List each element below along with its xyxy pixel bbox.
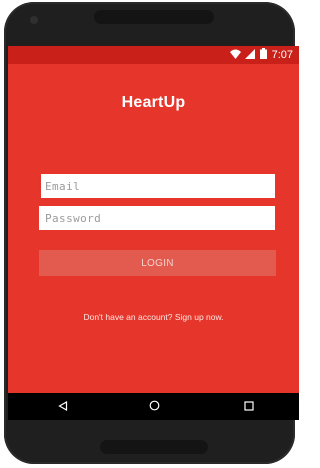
- password-field[interactable]: Password: [39, 206, 275, 230]
- password-placeholder: Password: [45, 211, 102, 225]
- navigation-bar: [8, 393, 299, 420]
- app-screen: 7:07 HeartUp Email Password LOGIN Don't …: [8, 46, 299, 420]
- recents-icon: [244, 398, 254, 416]
- home-icon: [149, 398, 160, 416]
- recents-button[interactable]: [234, 393, 264, 420]
- wifi-icon: [229, 49, 241, 62]
- back-icon: [58, 398, 68, 416]
- home-button[interactable]: [139, 393, 169, 420]
- login-button-label: LOGIN: [141, 257, 174, 269]
- signal-icon: [244, 48, 255, 62]
- signup-link[interactable]: Don't have an account? Sign up now.: [8, 312, 299, 322]
- status-time: 7:07: [271, 49, 293, 61]
- back-button[interactable]: [48, 393, 78, 420]
- email-placeholder: Email: [45, 179, 81, 193]
- front-camera: [30, 16, 38, 24]
- app-title: HeartUp: [121, 94, 186, 111]
- top-speaker: [94, 10, 214, 24]
- battery-icon: [259, 48, 268, 62]
- login-button[interactable]: LOGIN: [39, 250, 276, 276]
- status-bar: 7:07: [8, 46, 299, 64]
- bottom-speaker: [100, 440, 208, 454]
- email-field[interactable]: Email: [39, 174, 275, 198]
